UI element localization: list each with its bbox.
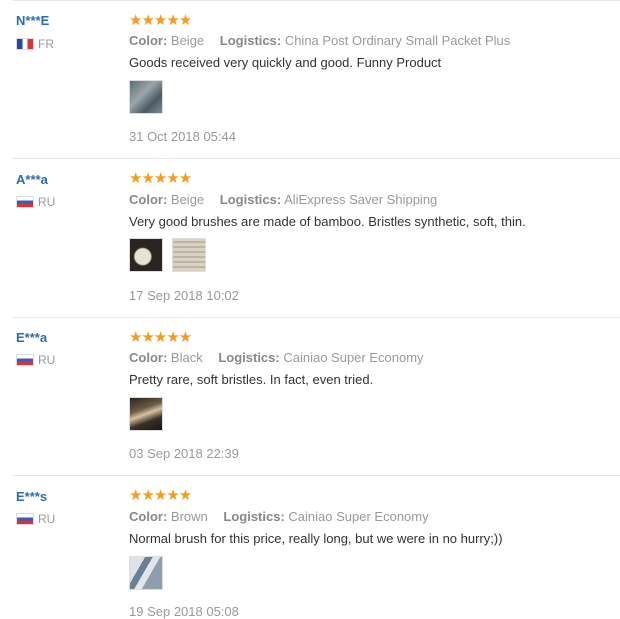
reviewer-name[interactable]: E***s <box>16 489 47 504</box>
reviewer-country: RU <box>16 512 55 526</box>
review-date: 31 Oct 2018 05:44 <box>129 129 236 144</box>
reviewer-country: FR <box>16 37 54 51</box>
logistics-value: AliExpress Saver Shipping <box>284 192 438 207</box>
divider <box>12 475 620 476</box>
color-label: Color: <box>129 33 168 48</box>
logistics-label: Logistics: <box>223 509 285 524</box>
country-code: FR <box>38 37 54 51</box>
divider <box>12 158 620 159</box>
review-meta: Color: Beige Logistics: China Post Ordin… <box>129 33 510 48</box>
country-code: RU <box>38 353 56 367</box>
color-value: Beige <box>170 33 205 48</box>
ru-flag-icon <box>16 354 34 366</box>
logistics-value: Cainiao Super Economy <box>288 509 429 524</box>
logistics-label: Logistics: <box>219 192 282 207</box>
logistics-value: China Post Ordinary Small Packet Plus <box>284 33 511 48</box>
review-date: 17 Sep 2018 10:02 <box>129 288 239 303</box>
review-text: Normal brush for this price, really long… <box>129 531 503 546</box>
logistics-label: Logistics: <box>219 33 282 48</box>
review-photo-thumbnail[interactable] <box>129 397 163 431</box>
logistics-label: Logistics: <box>218 350 280 365</box>
review-date: 19 Sep 2018 05:08 <box>129 604 239 619</box>
review-text: Very good brushes are made of bamboo. Br… <box>129 214 526 229</box>
logistics-value: Cainiao Super Economy <box>283 350 424 365</box>
ru-flag-icon <box>16 196 34 208</box>
star-rating: ★★★★★ <box>129 487 192 504</box>
review-meta: Color: Beige Logistics: AliExpress Saver… <box>129 192 437 207</box>
review-date: 03 Sep 2018 22:39 <box>129 446 239 461</box>
review-photo-thumbnail[interactable] <box>129 80 163 114</box>
review-photo-thumbnail[interactable] <box>172 238 206 272</box>
color-value: Black <box>170 350 203 365</box>
country-code: RU <box>38 195 56 209</box>
reviewer-country: RU <box>16 353 55 367</box>
reviewer-name[interactable]: E***a <box>16 330 47 345</box>
star-rating: ★★★★★ <box>129 329 192 346</box>
review-meta: Color: Brown Logistics: Cainiao Super Ec… <box>129 509 429 524</box>
color-label: Color: <box>129 509 168 524</box>
review-text: Goods received very quickly and good. Fu… <box>129 55 442 70</box>
fr-flag-icon <box>16 38 34 50</box>
country-code: RU <box>38 512 56 526</box>
review-meta: Color: Black Logistics: Cainiao Super Ec… <box>129 350 424 365</box>
divider <box>12 0 620 1</box>
color-label: Color: <box>129 350 168 365</box>
reviewer-name[interactable]: N***E <box>16 13 49 28</box>
ru-flag-icon <box>16 513 34 525</box>
reviewer-name[interactable]: A***a <box>16 172 48 187</box>
review-photo-thumbnail[interactable] <box>129 238 163 272</box>
color-label: Color: <box>129 192 168 207</box>
star-rating: ★★★★★ <box>129 170 192 187</box>
color-value: Brown <box>170 509 208 524</box>
divider <box>12 317 620 318</box>
reviewer-country: RU <box>16 195 55 209</box>
color-value: Beige <box>170 192 205 207</box>
review-photo-thumbnail[interactable] <box>129 556 163 590</box>
star-rating: ★★★★★ <box>129 12 192 29</box>
review-text: Pretty rare, soft bristles. In fact, eve… <box>129 372 374 387</box>
